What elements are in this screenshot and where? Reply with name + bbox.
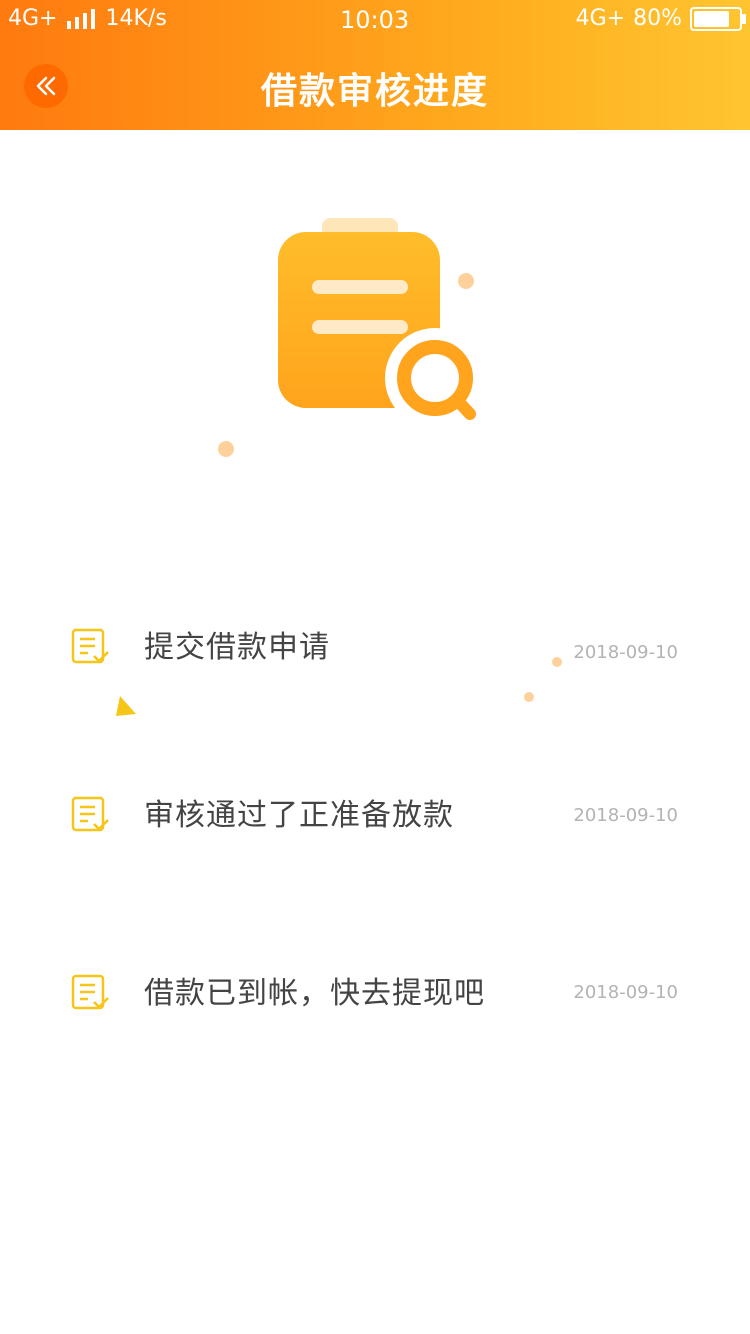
status-time: 10:03 <box>340 6 410 34</box>
review-illustration <box>200 210 520 480</box>
step-date: 2018-09-10 <box>573 805 678 826</box>
network-type-right: 4G+ <box>575 6 626 31</box>
progress-step-approved: 审核通过了正准备放款 2018-09-10 <box>0 790 750 850</box>
status-right: 4G+ 80% <box>575 6 746 31</box>
network-type-left: 4G+ <box>8 6 58 31</box>
progress-step-credited: 借款已到帐，快去提现吧 2018-09-10 <box>0 968 750 1028</box>
clipboard-search-icon <box>218 218 485 457</box>
status-bar: 4G+ 14K/s 10:03 4G+ 80% <box>0 0 750 40</box>
step-date: 2018-09-10 <box>573 982 678 1003</box>
dot-decoration <box>524 692 534 702</box>
document-check-icon <box>71 796 109 832</box>
triangle-decoration-icon <box>116 696 136 716</box>
header-bar: 4G+ 14K/s 10:03 4G+ 80% 借款审核进度 <box>0 0 750 130</box>
battery-fill <box>694 10 730 27</box>
battery-percent: 80% <box>633 6 682 31</box>
page-title: 借款审核进度 <box>260 71 489 112</box>
network-speed: 14K/s <box>105 6 167 31</box>
document-check-icon <box>71 974 109 1010</box>
signal-strength-icon <box>67 8 96 29</box>
progress-step-submitted: 提交借款申请 2018-09-10 <box>0 622 750 682</box>
battery-icon <box>690 6 746 31</box>
step-label: 借款已到帐，快去提现吧 <box>144 976 485 1011</box>
document-check-icon <box>71 628 109 664</box>
status-left: 4G+ 14K/s <box>8 6 167 31</box>
step-label: 提交借款申请 <box>144 630 330 665</box>
step-date: 2018-09-10 <box>573 642 678 663</box>
step-label: 审核通过了正准备放款 <box>144 798 454 833</box>
